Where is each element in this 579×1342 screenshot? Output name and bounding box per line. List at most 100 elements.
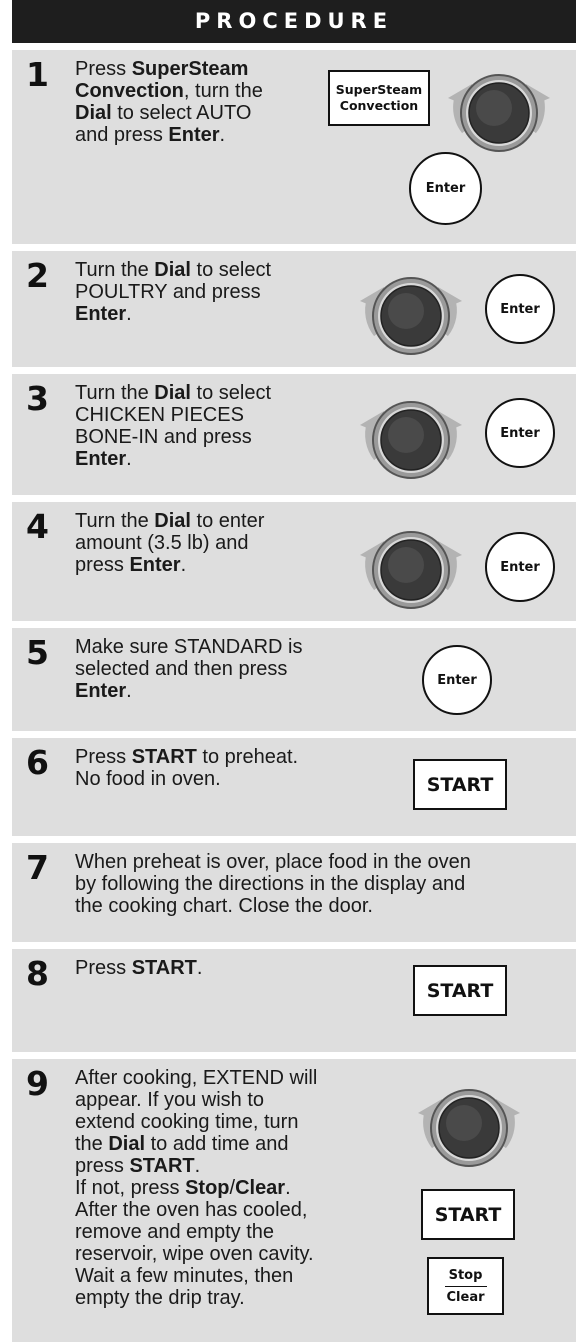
supersteam-convection-button[interactable]: SuperSteam Convection bbox=[328, 70, 430, 126]
text-fragment: CHICKEN PIECES bbox=[75, 404, 244, 426]
dial-icon[interactable] bbox=[348, 385, 474, 485]
step-line: appear. If you wish to bbox=[75, 1089, 375, 1111]
keyword: START bbox=[131, 957, 197, 979]
text-fragment: . bbox=[126, 303, 132, 325]
procedure-header: PROCEDURE bbox=[12, 0, 576, 43]
keyword: Dial bbox=[154, 510, 191, 532]
text-fragment: BONE-IN and press bbox=[75, 426, 252, 448]
text-fragment: Press bbox=[75, 746, 132, 768]
step-number: 9 bbox=[26, 1064, 49, 1103]
enter-button[interactable]: Enter bbox=[409, 152, 482, 225]
step-line: POULTRY and press bbox=[75, 281, 315, 303]
text-fragment: to add time and bbox=[145, 1133, 289, 1155]
step-line: the Dial to add time and bbox=[75, 1133, 375, 1155]
text-fragment: . bbox=[180, 554, 187, 576]
supersteam-label-line2: Convection bbox=[339, 98, 419, 113]
text-fragment: press bbox=[75, 1155, 130, 1177]
step-line: When preheat is over, place food in the … bbox=[75, 851, 570, 873]
step-line: Wait a few minutes, then bbox=[75, 1265, 375, 1287]
keyword: Enter bbox=[75, 448, 127, 470]
keyword: Convection bbox=[75, 80, 184, 102]
keyword: Stop bbox=[185, 1177, 230, 1199]
text-fragment: . bbox=[126, 680, 132, 702]
keyword: Enter bbox=[168, 124, 220, 146]
step-line: After cooking, EXTEND will bbox=[75, 1067, 375, 1089]
text-fragment: . bbox=[196, 957, 203, 979]
step-line: Turn the Dial to enter bbox=[75, 510, 315, 532]
text-fragment: Wait a few minutes, then bbox=[75, 1265, 294, 1287]
start-button[interactable]: START bbox=[413, 759, 507, 810]
step-line: extend cooking time, turn bbox=[75, 1111, 375, 1133]
step-number: 5 bbox=[26, 633, 49, 672]
text-fragment: Press bbox=[75, 58, 132, 80]
step-text: After cooking, EXTEND will appear. If you… bbox=[75, 1067, 375, 1309]
text-fragment: . bbox=[194, 1155, 201, 1177]
step-line: Press SuperSteam bbox=[75, 58, 305, 80]
dial-icon[interactable] bbox=[348, 261, 474, 361]
step-line: Turn the Dial to select bbox=[75, 382, 315, 404]
step-line: the cooking chart. Close the door. bbox=[75, 895, 570, 917]
text-fragment: to enter bbox=[190, 510, 265, 532]
text-fragment: the cooking chart. Close the door. bbox=[75, 895, 373, 917]
step-line: If not, press Stop/Clear. bbox=[75, 1177, 375, 1199]
step-8: 8 Press START. START bbox=[12, 949, 576, 1052]
enter-button[interactable]: Enter bbox=[422, 645, 492, 715]
text-fragment: Turn the bbox=[75, 510, 155, 532]
step-text: Turn the Dial to select CHICKEN PIECES BON… bbox=[75, 382, 315, 470]
step-3: 3 Turn the Dial to select CHICKEN PIECES B… bbox=[12, 374, 576, 495]
step-number: 6 bbox=[26, 743, 49, 782]
step-line: empty the drip tray. bbox=[75, 1287, 375, 1309]
step-line: Enter. bbox=[75, 448, 315, 470]
divider bbox=[444, 1285, 487, 1287]
step-line: selected and then press bbox=[75, 658, 355, 680]
text-fragment: selected and then press bbox=[75, 658, 288, 680]
text-fragment: the bbox=[75, 1133, 109, 1155]
step-line: Press START. bbox=[75, 957, 355, 979]
keyword: Dial bbox=[108, 1133, 146, 1155]
step-1: 1 Press SuperSteam Convection, turn the Di… bbox=[12, 50, 576, 244]
step-text: Turn the Dial to enter amount (3.5 lb) an… bbox=[75, 510, 315, 576]
keyword: Enter bbox=[75, 680, 127, 702]
text-fragment: Press bbox=[75, 957, 132, 979]
stop-clear-button[interactable]: Stop Clear bbox=[427, 1257, 504, 1315]
text-fragment: to select AUTO bbox=[111, 102, 252, 124]
stop-label: Stop bbox=[448, 1267, 483, 1283]
text-fragment: remove and empty the bbox=[75, 1221, 274, 1243]
text-fragment: by following the directions in the displ… bbox=[75, 873, 466, 895]
step-2: 2 Turn the Dial to select POULTRY and pre… bbox=[12, 251, 576, 367]
step-line: Enter. bbox=[75, 680, 355, 702]
step-line: BONE-IN and press bbox=[75, 426, 315, 448]
step-number: 1 bbox=[26, 55, 49, 94]
start-button[interactable]: START bbox=[421, 1189, 515, 1240]
step-number: 4 bbox=[26, 507, 49, 546]
enter-button[interactable]: Enter bbox=[485, 274, 555, 344]
enter-button[interactable]: Enter bbox=[485, 532, 555, 602]
keyword: SuperSteam bbox=[131, 58, 249, 80]
text-fragment: After cooking, EXTEND will bbox=[75, 1067, 318, 1089]
step-line: and press Enter. bbox=[75, 124, 305, 146]
keyword: Clear bbox=[235, 1177, 286, 1199]
text-fragment: When preheat is over, place food in the … bbox=[75, 851, 471, 873]
dial-icon[interactable] bbox=[436, 58, 562, 158]
start-button[interactable]: START bbox=[413, 965, 507, 1016]
step-line: Dial to select AUTO bbox=[75, 102, 305, 124]
step-line: amount (3.5 lb) and bbox=[75, 532, 315, 554]
dial-icon[interactable] bbox=[406, 1073, 532, 1173]
text-fragment: to select bbox=[190, 259, 272, 281]
dial-icon[interactable] bbox=[348, 515, 474, 615]
text-fragment: , turn the bbox=[183, 80, 263, 102]
text-fragment: After the oven has cooled, bbox=[75, 1199, 308, 1221]
step-line: remove and empty the bbox=[75, 1221, 375, 1243]
text-fragment: Turn the bbox=[75, 259, 155, 281]
step-number: 3 bbox=[26, 379, 49, 418]
step-9: 9 After cooking, EXTEND will appear. If y… bbox=[12, 1059, 576, 1342]
enter-button[interactable]: Enter bbox=[485, 398, 555, 468]
text-fragment: extend cooking time, turn bbox=[75, 1111, 299, 1133]
step-line: by following the directions in the displ… bbox=[75, 873, 570, 895]
text-fragment: . bbox=[219, 124, 226, 146]
keyword: Enter bbox=[129, 554, 181, 576]
supersteam-label-line1: SuperSteam bbox=[335, 82, 423, 97]
step-text: Turn the Dial to select POULTRY and press… bbox=[75, 259, 315, 325]
step-text: When preheat is over, place food in the … bbox=[75, 851, 570, 917]
keyword: Dial bbox=[154, 259, 191, 281]
